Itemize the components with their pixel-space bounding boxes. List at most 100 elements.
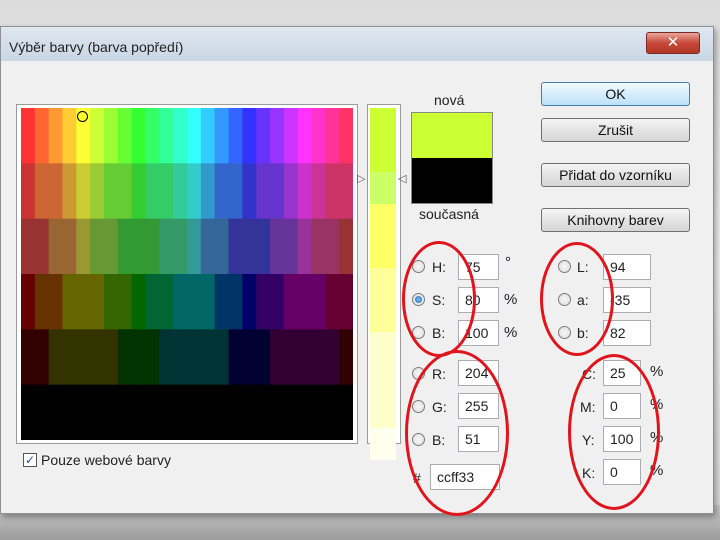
color-slider[interactable] bbox=[370, 108, 396, 460]
ok-button[interactable]: OK bbox=[541, 82, 690, 106]
color-field-cell bbox=[131, 163, 146, 220]
brightness-field[interactable]: 100 bbox=[458, 320, 499, 346]
slider-left-arrow-icon[interactable]: ▷ bbox=[357, 172, 365, 185]
color-field-cell bbox=[173, 329, 188, 386]
red-label: R: bbox=[432, 366, 446, 382]
slider-step bbox=[370, 428, 396, 460]
slider-step bbox=[370, 364, 396, 396]
hex-label: # bbox=[413, 470, 421, 486]
saturation-label: S: bbox=[432, 292, 446, 308]
color-field-cell bbox=[159, 163, 174, 220]
slider-step bbox=[370, 236, 396, 268]
color-field-cell bbox=[325, 163, 340, 220]
color-field-cell bbox=[270, 274, 285, 330]
slider-right-arrow-icon[interactable]: ◁ bbox=[398, 172, 406, 185]
color-field-cell bbox=[325, 218, 340, 275]
web-colors-checkbox[interactable]: ✓ bbox=[23, 453, 37, 467]
b-channel-radio[interactable] bbox=[558, 326, 571, 339]
color-field-cell bbox=[159, 329, 174, 386]
brightness-radio[interactable] bbox=[412, 326, 425, 339]
saturation-field[interactable]: 80 bbox=[458, 287, 499, 313]
color-field-cursor[interactable] bbox=[77, 111, 88, 122]
red-field[interactable]: 204 bbox=[458, 360, 499, 386]
color-field-cell bbox=[339, 218, 353, 275]
key-field[interactable]: 0 bbox=[603, 459, 641, 485]
slider-step bbox=[370, 140, 396, 172]
color-field-cell bbox=[242, 329, 257, 386]
a-channel-radio[interactable] bbox=[558, 293, 571, 306]
close-icon: ✕ bbox=[666, 34, 680, 51]
color-field-cell bbox=[21, 218, 36, 275]
title-bar[interactable]: Výběr barvy (barva popředí) ✕ bbox=[1, 27, 713, 61]
cancel-button[interactable]: Zrušit bbox=[541, 118, 690, 142]
color-field-cell bbox=[34, 329, 50, 386]
color-field-cell bbox=[214, 274, 229, 330]
current-color-swatch[interactable] bbox=[411, 158, 493, 204]
hue-field[interactable]: 75 bbox=[458, 254, 499, 280]
color-field-cell bbox=[48, 329, 63, 386]
color-field-cell bbox=[297, 163, 312, 220]
color-field-cell bbox=[62, 329, 77, 386]
color-field-cell bbox=[34, 163, 50, 220]
color-field-cell bbox=[256, 329, 271, 386]
lightness-field[interactable]: 94 bbox=[603, 254, 651, 280]
red-radio[interactable] bbox=[412, 367, 425, 380]
color-field-cell bbox=[21, 163, 36, 220]
green-field[interactable]: 255 bbox=[458, 393, 499, 419]
color-field-cell bbox=[117, 108, 133, 164]
hex-field[interactable]: ccff33 bbox=[430, 464, 500, 490]
cyan-unit: % bbox=[650, 363, 664, 380]
a-channel-field[interactable]: -35 bbox=[603, 287, 651, 313]
color-field-cell bbox=[200, 274, 216, 330]
color-field-cell bbox=[48, 218, 63, 275]
cyan-field[interactable]: 25 bbox=[603, 360, 641, 386]
color-field-cell bbox=[117, 274, 133, 330]
new-color-label: nová bbox=[434, 92, 465, 108]
slider-step bbox=[370, 300, 396, 332]
color-libraries-button[interactable]: Knihovny barev bbox=[541, 208, 690, 232]
color-field-cell bbox=[173, 274, 188, 330]
b-channel-field[interactable]: 82 bbox=[603, 320, 651, 346]
new-color-swatch bbox=[411, 112, 493, 159]
slider-step bbox=[370, 332, 396, 364]
color-field-cell bbox=[283, 274, 299, 330]
saturation-radio[interactable] bbox=[412, 293, 425, 306]
color-field-cell bbox=[104, 108, 119, 164]
color-field-cell bbox=[104, 329, 119, 386]
green-radio[interactable] bbox=[412, 400, 425, 413]
color-field-cell bbox=[145, 163, 160, 220]
lightness-radio[interactable] bbox=[558, 260, 571, 273]
color-field-cell bbox=[297, 329, 312, 386]
color-field-cell bbox=[90, 274, 105, 330]
color-field-cell bbox=[145, 218, 160, 275]
color-field-cell bbox=[228, 274, 243, 330]
color-field-cell bbox=[311, 218, 326, 275]
brightness-label: B: bbox=[432, 325, 446, 341]
add-to-swatches-button[interactable]: Přidat do vzorníku bbox=[541, 163, 690, 187]
color-field[interactable] bbox=[21, 108, 353, 440]
blue-field[interactable]: 51 bbox=[458, 426, 499, 452]
saturation-unit: % bbox=[504, 291, 518, 308]
color-field-cell bbox=[173, 218, 188, 275]
hue-radio[interactable] bbox=[412, 260, 425, 273]
close-button[interactable]: ✕ bbox=[646, 32, 700, 54]
color-field-cell bbox=[34, 108, 50, 164]
color-field-cell bbox=[200, 218, 216, 275]
color-field-cell bbox=[48, 274, 63, 330]
color-field-cell bbox=[214, 108, 229, 164]
magenta-field[interactable]: 0 bbox=[603, 393, 641, 419]
color-field-cell bbox=[256, 218, 271, 275]
blue-radio[interactable] bbox=[412, 433, 425, 446]
color-field-cell bbox=[90, 163, 105, 220]
color-field-cell bbox=[242, 274, 257, 330]
color-field-cell bbox=[62, 218, 77, 275]
color-field-cell bbox=[34, 218, 50, 275]
color-field-cell bbox=[159, 274, 174, 330]
slider-step bbox=[370, 268, 396, 300]
color-field-cell bbox=[339, 163, 353, 220]
yellow-field[interactable]: 100 bbox=[603, 426, 641, 452]
color-field-cell bbox=[90, 108, 105, 164]
color-field-cell bbox=[62, 163, 77, 220]
color-field-cell bbox=[311, 108, 326, 164]
lightness-label: L: bbox=[577, 259, 589, 275]
